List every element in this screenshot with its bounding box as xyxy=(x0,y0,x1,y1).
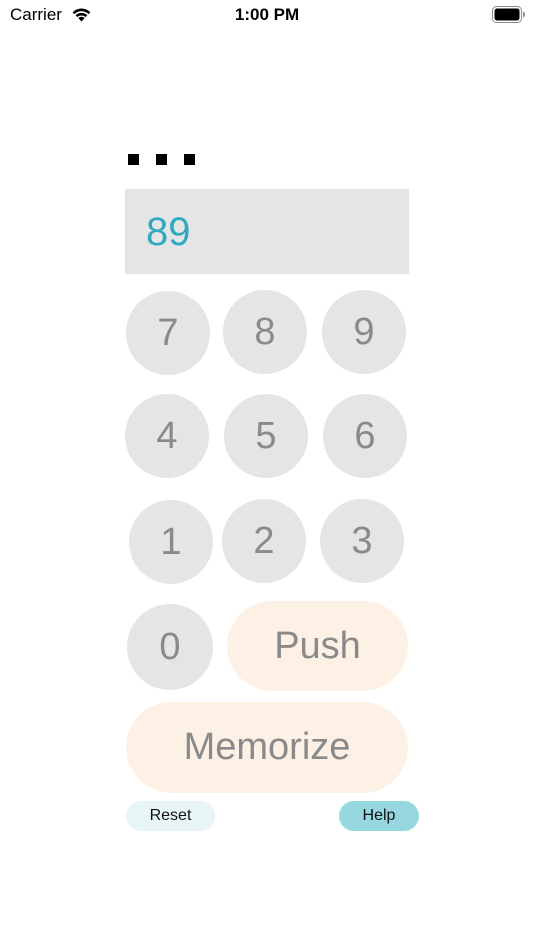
memorize-button[interactable]: Memorize xyxy=(126,702,408,793)
display-value: 89 xyxy=(146,210,191,254)
entry-dots xyxy=(128,154,195,165)
status-time: 1:00 PM xyxy=(234,5,300,24)
entry-dot xyxy=(184,154,195,165)
key-6[interactable]: 6 xyxy=(323,394,407,478)
status-bar: Carrier 1:00 PM xyxy=(0,0,534,30)
key-5[interactable]: 5 xyxy=(224,394,308,478)
key-4[interactable]: 4 xyxy=(125,394,209,478)
key-1[interactable]: 1 xyxy=(129,500,213,584)
battery-icon xyxy=(492,6,526,23)
number-display: 89 xyxy=(125,189,409,274)
reset-button[interactable]: Reset xyxy=(126,801,215,831)
help-button[interactable]: Help xyxy=(339,801,419,831)
key-9[interactable]: 9 xyxy=(322,290,406,374)
entry-dot xyxy=(156,154,167,165)
screen: Carrier 1:00 PM 89 7 8 9 4 5 6 1 2 3 0 P… xyxy=(0,0,534,950)
key-2[interactable]: 2 xyxy=(222,499,306,583)
push-button[interactable]: Push xyxy=(227,601,408,691)
key-0[interactable]: 0 xyxy=(127,604,213,690)
key-8[interactable]: 8 xyxy=(223,290,307,374)
entry-dot xyxy=(128,154,139,165)
key-7[interactable]: 7 xyxy=(126,291,210,375)
key-3[interactable]: 3 xyxy=(320,499,404,583)
